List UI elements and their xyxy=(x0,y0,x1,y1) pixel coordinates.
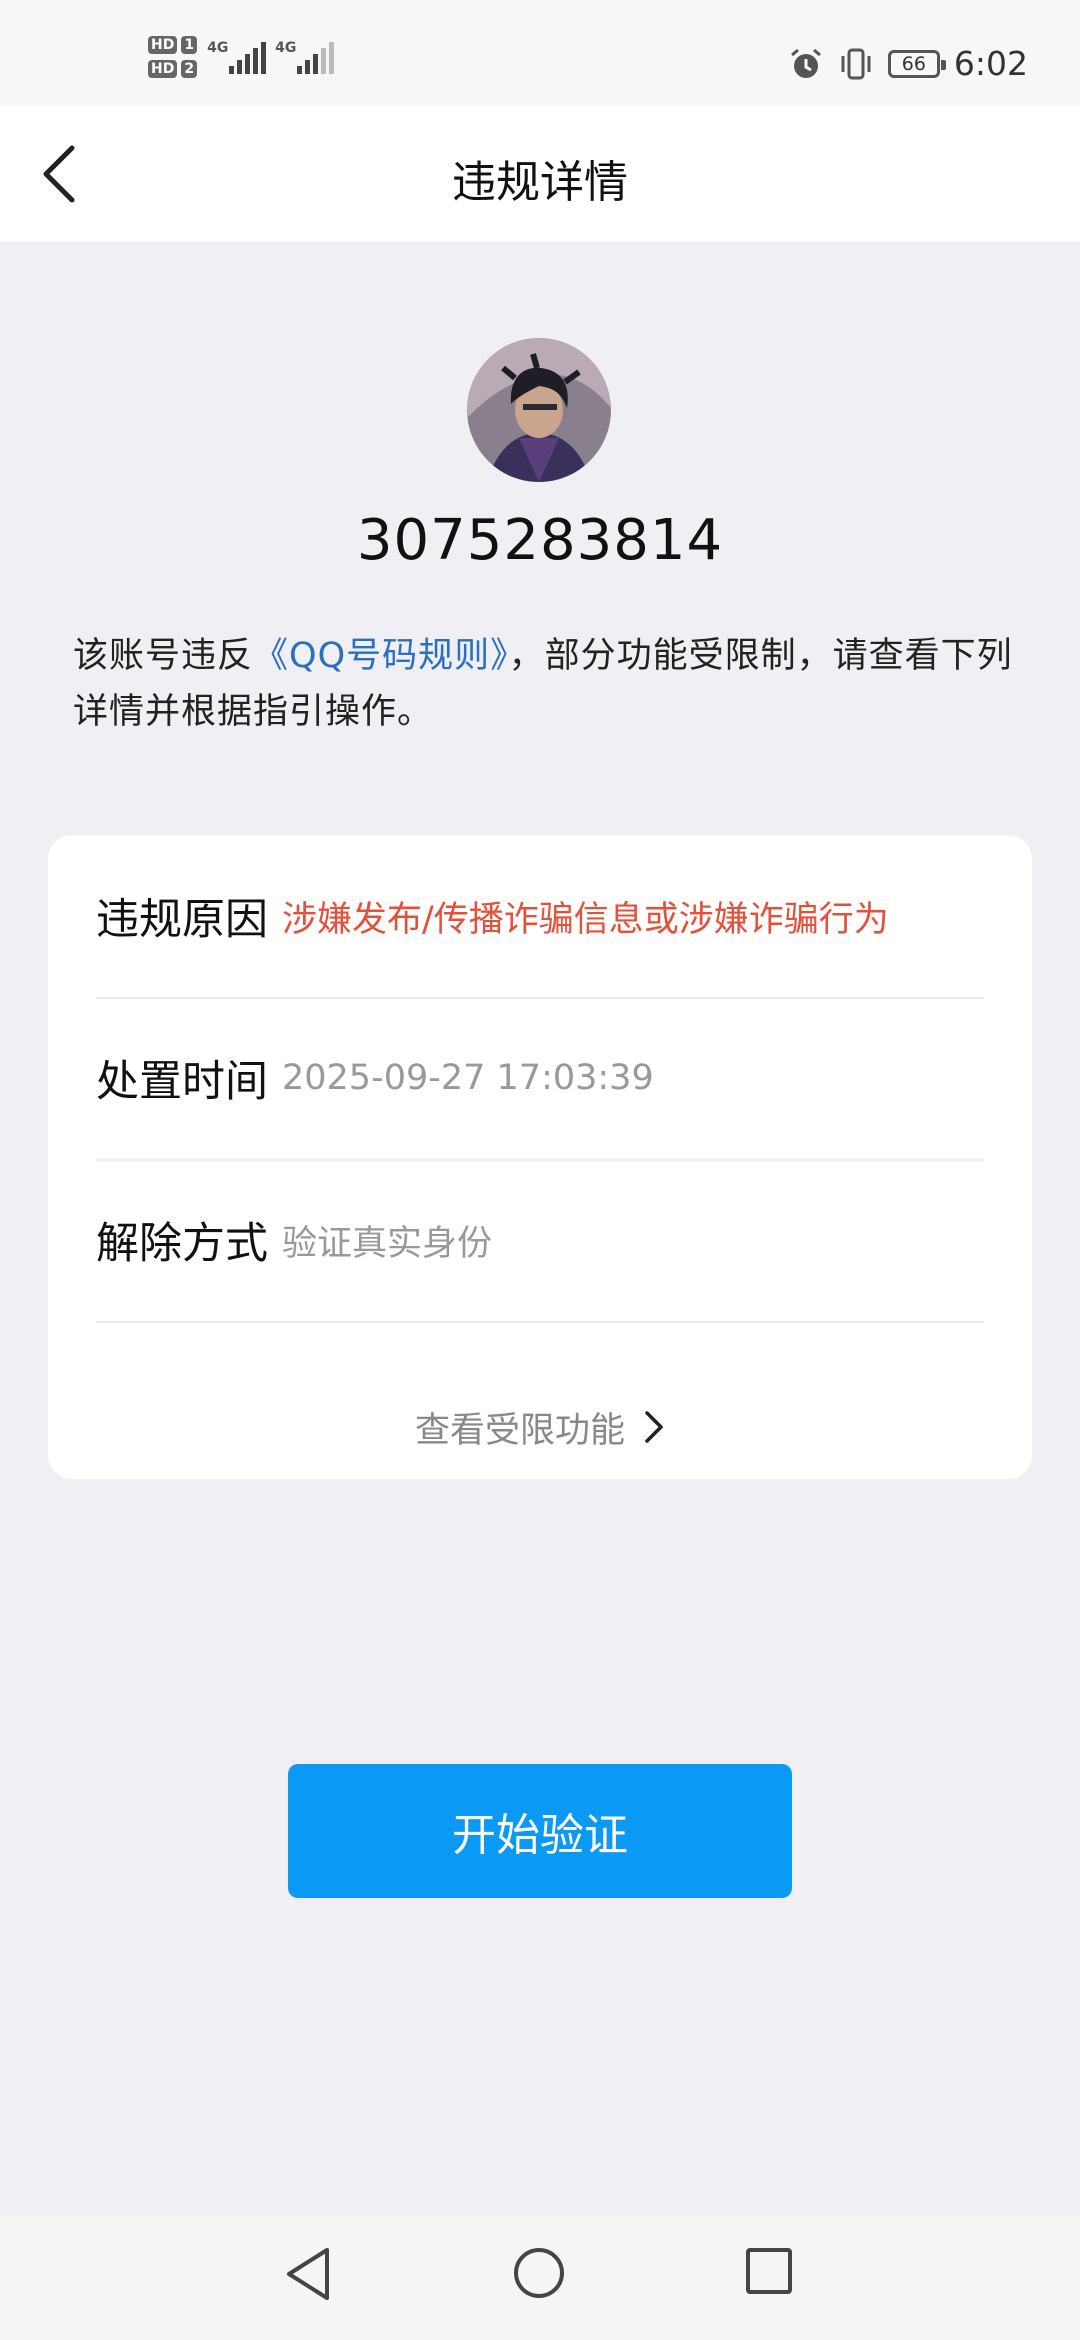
violation-details-card: 违规原因 涉嫌发布/传播诈骗信息或涉嫌诈骗行为 处置时间 2025-09-27 … xyxy=(48,835,1032,1479)
system-home-icon[interactable] xyxy=(514,2248,564,2298)
system-navigation-bar xyxy=(0,2216,1080,2340)
signal-strength-icon-1: 4G xyxy=(207,34,267,80)
battery-icon: 66 xyxy=(887,49,946,78)
status-bar: HD 1 HD 2 4G 4G 66 6:02 xyxy=(0,0,1080,106)
clock: 6:02 xyxy=(953,44,1028,83)
navigation-bar: 违规详情 xyxy=(0,106,1080,242)
detail-row-reason: 违规原因 涉嫌发布/传播诈骗信息或涉嫌诈骗行为 xyxy=(96,835,984,999)
system-back-icon[interactable] xyxy=(283,2246,333,2302)
view-restricted-features-link[interactable]: 查看受限功能 xyxy=(48,1375,1032,1479)
detail-row-unlock: 解除方式 验证真实身份 xyxy=(96,1159,984,1323)
view-restricted-features-label: 查看受限功能 xyxy=(414,1410,625,1451)
qq-rules-link[interactable]: 《QQ号码规则》 xyxy=(253,636,509,676)
sim1-indicator: HD 1 xyxy=(148,36,198,54)
reason-label: 违规原因 xyxy=(96,895,268,945)
sim2-indicator: HD 2 xyxy=(148,60,198,78)
detail-row-time: 处置时间 2025-09-27 17:03:39 xyxy=(96,997,984,1161)
system-recents-icon[interactable] xyxy=(746,2248,792,2294)
violation-description: 该账号违反《QQ号码规则》，部分功能受限制，请查看下列详情并根据指引操作。 xyxy=(73,636,1013,732)
page-title: 违规详情 xyxy=(452,157,628,208)
time-label: 处置时间 xyxy=(96,1057,268,1107)
unlock-value: 验证真实身份 xyxy=(282,1223,493,1264)
alarm-icon xyxy=(790,48,821,78)
reason-value: 涉嫌发布/传播诈骗信息或涉嫌诈骗行为 xyxy=(282,899,889,940)
account-number: 3075283814 xyxy=(356,508,724,573)
signal-strength-icon-2: 4G xyxy=(275,34,335,80)
avatar xyxy=(467,338,611,482)
status-right: 66 6:02 xyxy=(788,44,1028,83)
time-value: 2025-09-27 17:03:39 xyxy=(282,1058,654,1098)
start-verification-button[interactable]: 开始验证 xyxy=(288,1764,792,1898)
chevron-right-icon xyxy=(645,1411,663,1443)
vibrate-icon xyxy=(841,48,871,79)
unlock-label: 解除方式 xyxy=(96,1219,268,1269)
signal-area: HD 1 HD 2 4G 4G xyxy=(148,34,335,80)
